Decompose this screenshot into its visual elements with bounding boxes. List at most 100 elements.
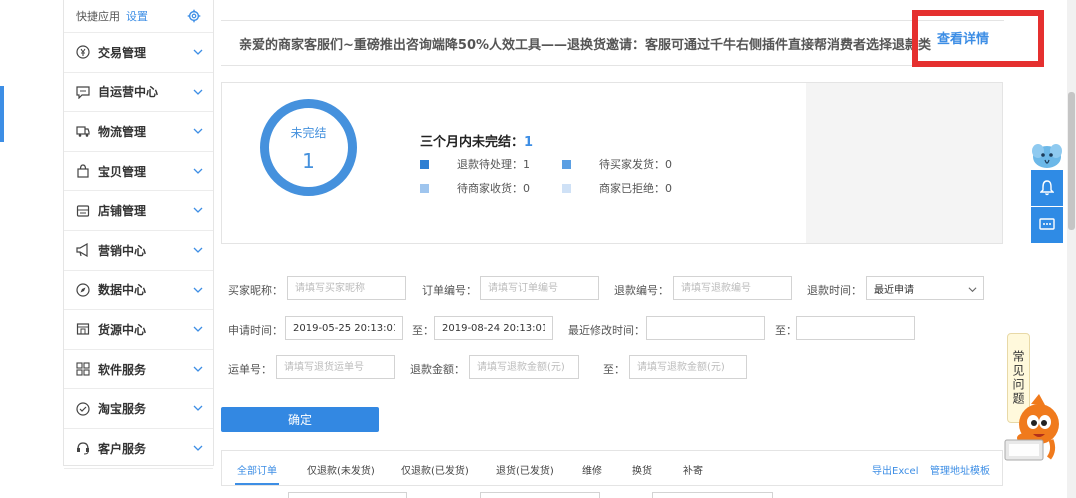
legend-square: [562, 183, 571, 193]
notification-button[interactable]: [1031, 170, 1063, 206]
tab-reship[interactable]: 补寄: [683, 462, 703, 477]
taobao-icon: [76, 402, 90, 416]
partial-field: [288, 492, 407, 498]
waybill-input[interactable]: [276, 355, 395, 379]
apply-time-start-input[interactable]: [285, 316, 403, 340]
chevron-down-icon: [193, 89, 203, 95]
sidebar-item-9[interactable]: 淘宝服务: [64, 389, 213, 429]
chevron-down-icon: [193, 445, 203, 451]
chevron-down-icon: [193, 247, 203, 253]
last-modified-end-input[interactable]: [796, 316, 915, 340]
sidebar-item-5[interactable]: 营销中心: [64, 231, 213, 271]
ring-label: 未完结: [290, 126, 327, 140]
last-modified-to-label: 至：: [775, 324, 797, 337]
settings-link[interactable]: 设置: [126, 8, 148, 24]
legend-square: [420, 159, 429, 169]
gear-icon[interactable]: [187, 9, 201, 23]
refund-amount-min-input[interactable]: [469, 355, 579, 379]
refund-amount-max-input[interactable]: [629, 355, 747, 379]
sidebar-item-label: 客户服务: [98, 441, 147, 456]
sidebar-item-0[interactable]: 交易管理: [64, 33, 213, 73]
refund-no-input[interactable]: [673, 276, 792, 300]
legend-square: [562, 159, 571, 169]
summary-title-text: 三个月内未完结：: [420, 135, 525, 150]
notice-text: 亲爱的商家客服们~重磅推出咨询端降50%人效工具——退换货邀请：客服可通过千牛右…: [239, 37, 932, 53]
chat-button[interactable]: [1031, 207, 1063, 243]
chevron-down-icon: [193, 326, 203, 333]
warehouse-icon: [76, 323, 90, 336]
last-modified-start-input[interactable]: [646, 316, 765, 340]
view-details-link[interactable]: 查看详情: [937, 28, 989, 47]
export-excel-link[interactable]: 导出Excel: [872, 462, 919, 477]
sidebar-item-label: 货源中心: [98, 322, 147, 337]
tab-all-orders[interactable]: 全部订单: [237, 462, 277, 477]
sidebar-item-label: 数据中心: [98, 283, 147, 298]
partial-field: [652, 492, 773, 498]
summary-title: 三个月内未完结：1: [420, 131, 533, 150]
sidebar-item-6[interactable]: 数据中心: [64, 271, 213, 311]
sidebar-item-label: 软件服务: [98, 362, 147, 377]
sidebar-item-label: 淘宝服务: [98, 402, 147, 417]
sidebar-item-3[interactable]: 宝贝管理: [64, 152, 213, 192]
headset-icon: [77, 442, 89, 455]
tab-refund-only-unshipped[interactable]: 仅退款(未发货): [307, 462, 375, 477]
sidebar-item-4[interactable]: 店铺管理: [64, 191, 213, 231]
sidebar-item-2[interactable]: 物流管理: [64, 112, 213, 152]
sidebar-item-label: 自运营中心: [98, 85, 159, 100]
order-no-input[interactable]: [480, 276, 599, 300]
tab-repair[interactable]: 维修: [582, 462, 602, 477]
apply-time-end-input[interactable]: [434, 316, 553, 340]
order-type-tabs: 全部订单 仅退款(未发货) 仅退款(已发货) 退货(已发货) 维修 换货 补寄 …: [221, 450, 1003, 486]
refund-time-value: 最近申请: [874, 284, 914, 296]
sidebar-item-label: 交易管理: [98, 45, 147, 60]
mascot-assistant-icon[interactable]: [1003, 392, 1067, 464]
chevron-down-icon: [193, 287, 203, 293]
sidebar-item-label: 营销中心: [98, 243, 147, 258]
quick-apps-label: 快捷应用: [76, 10, 120, 23]
tab-return-shipped[interactable]: 退货(已发货): [496, 462, 554, 477]
apply-time-to-label: 至：: [412, 324, 434, 337]
mascot-elephant-icon[interactable]: [1030, 140, 1064, 170]
stat-label: 待商家收货：0: [457, 182, 530, 195]
store-icon: [76, 205, 90, 217]
chat-icon: [1039, 218, 1055, 230]
apply-time-label: 申请时间：: [228, 324, 283, 337]
sidebar-item-8[interactable]: 软件服务: [64, 350, 213, 390]
sidebar-menu: 交易管理自运营中心物流管理宝贝管理店铺管理营销中心数据中心货源中心软件服务淘宝服…: [64, 33, 213, 469]
manage-address-template-link[interactable]: 管理地址模板: [930, 462, 990, 477]
tab-exchange[interactable]: 换货: [632, 462, 652, 477]
ring-count: 1: [302, 149, 315, 173]
stat-merchant-rejected: 商家已拒绝：0: [562, 180, 672, 196]
refund-time-select[interactable]: 最近申请: [866, 276, 984, 300]
chevron-down-icon: [193, 207, 203, 214]
waybill-label: 运单号：: [228, 363, 272, 376]
chevron-down-icon: [968, 287, 977, 293]
buyer-nick-input[interactable]: [287, 276, 406, 300]
scrollbar[interactable]: [1067, 0, 1076, 498]
chevron-down-icon: [193, 168, 203, 174]
confirm-button[interactable]: 确定: [221, 407, 379, 432]
notice-bar: 亲爱的商家客服们~重磅推出咨询端降50%人效工具——退换货邀请：客服可通过千牛右…: [221, 20, 1004, 66]
sidebar-item-1[interactable]: 自运营中心: [64, 73, 213, 113]
refund-amount-label: 退款金额：: [410, 363, 465, 376]
chat-bubble-icon: [76, 86, 90, 99]
left-edge-highlight: [0, 86, 4, 142]
sidebar-header: 快捷应用 设置: [64, 0, 213, 33]
chevron-down-icon: [193, 405, 203, 412]
chevron-down-icon: [193, 366, 203, 372]
scrollbar-thumb[interactable]: [1068, 92, 1075, 230]
sidebar-item-label: 宝贝管理: [98, 164, 147, 179]
stat-pending-refund: 退款待处理：1: [420, 156, 530, 172]
sidebar-item-10[interactable]: 客户服务: [64, 429, 213, 469]
sidebar-item-7[interactable]: 货源中心: [64, 310, 213, 350]
sidebar-item-label: 店铺管理: [98, 204, 147, 219]
sidebar-item-label: 物流管理: [98, 124, 147, 139]
summary-side-area: [806, 83, 1002, 243]
bag-icon: [77, 164, 89, 178]
summary-panel: 未完结 1 三个月内未完结：1 退款待处理：1 待买家发货：0 待商家收货：0 …: [221, 82, 1003, 244]
truck-icon: [76, 126, 90, 138]
tab-refund-only-shipped[interactable]: 仅退款(已发货): [401, 462, 469, 477]
active-tab-underline: [235, 483, 279, 485]
stat-label: 待买家发货：0: [599, 158, 672, 171]
refund-amount-to-label: 至：: [603, 363, 625, 376]
